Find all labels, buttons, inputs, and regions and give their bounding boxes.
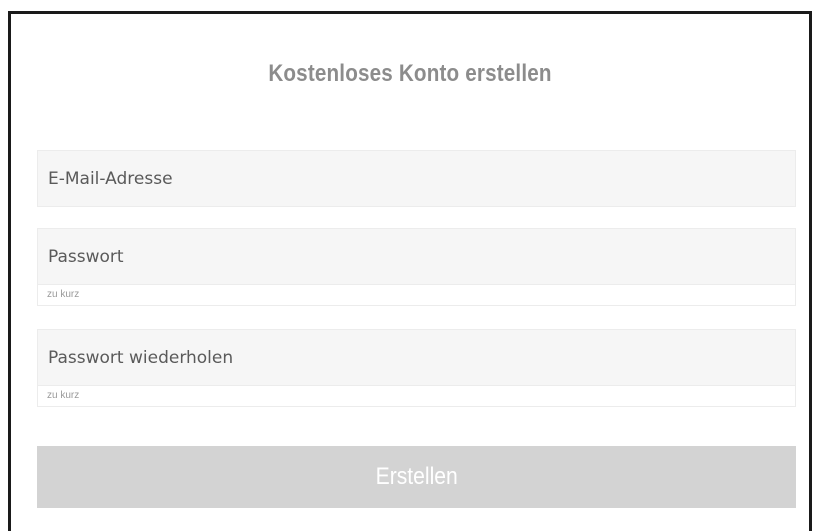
create-account-button-label: Erstellen: [375, 463, 458, 490]
password-repeat-hint: zu kurz: [37, 386, 796, 407]
signup-card: Kostenloses Konto erstellen zu kurz zu k…: [8, 11, 812, 531]
form-title: Kostenloses Konto erstellen: [268, 60, 552, 87]
password-hint: zu kurz: [37, 285, 796, 306]
password-repeat-field[interactable]: [38, 330, 795, 385]
password-field-wrapper: [37, 228, 796, 285]
password-field[interactable]: [38, 229, 795, 284]
email-field-wrapper: [37, 150, 796, 207]
password-repeat-field-wrapper: [37, 329, 796, 386]
create-account-button[interactable]: Erstellen: [37, 446, 796, 508]
email-field[interactable]: [38, 151, 795, 206]
